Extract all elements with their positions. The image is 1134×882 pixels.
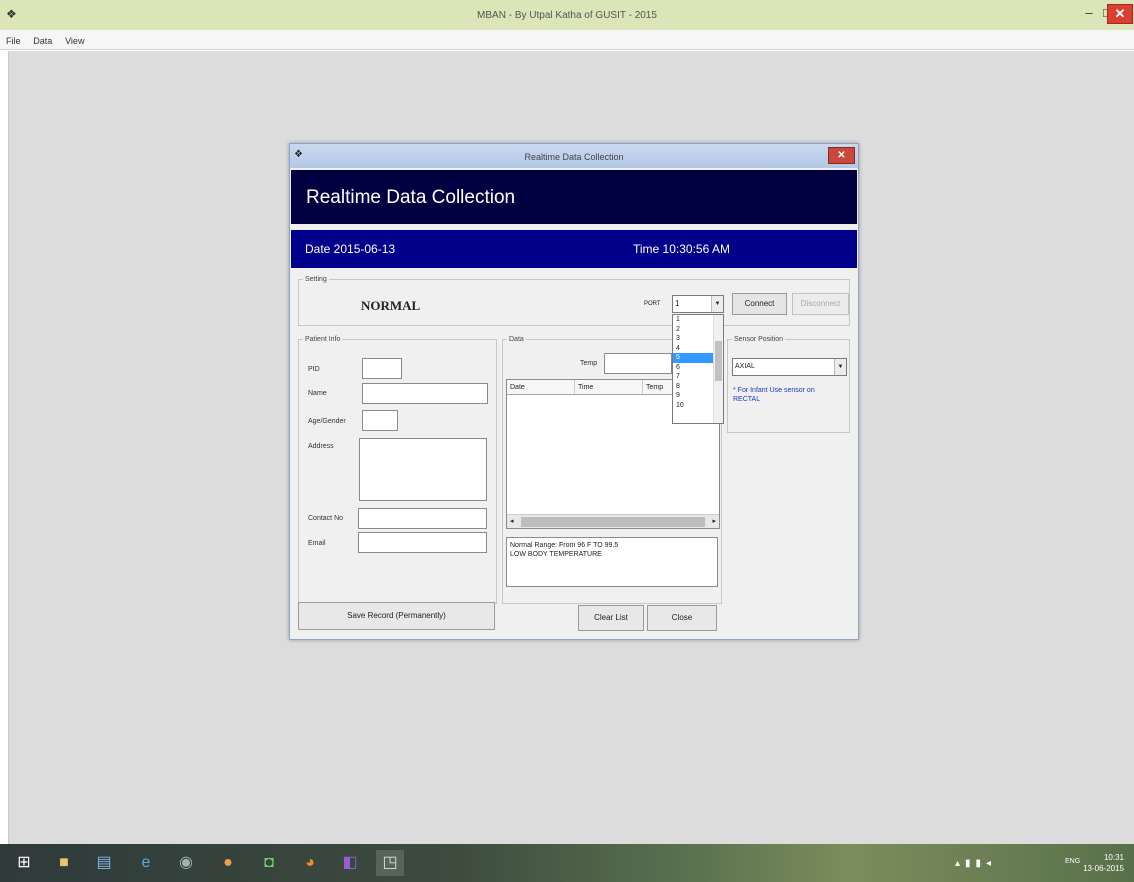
clock-time: 10:31 (1103, 853, 1124, 862)
chevron-down-icon[interactable]: ▼ (711, 296, 723, 312)
folder-icon[interactable]: ■ (50, 850, 78, 876)
setting-legend: Setting (305, 276, 327, 283)
temp-label: Temp (580, 360, 598, 367)
port-option[interactable]: 7 (673, 372, 713, 382)
age-gender-label: Age/Gender (308, 418, 346, 425)
clock[interactable]: 10:31 13-06-2015 (1083, 852, 1124, 874)
visual-studio-icon[interactable]: ◧ (336, 850, 364, 876)
pid-input[interactable] (362, 358, 402, 379)
menu-view[interactable]: View (59, 30, 88, 46)
main-window-title: MBAN - By Utpal Katha of GUSIT - 2015 (477, 10, 657, 21)
clear-list-button[interactable]: Clear List (578, 605, 644, 631)
port-dropdown-list[interactable]: 1 2 3 4 5 6 7 8 9 10 (672, 314, 724, 424)
chevron-down-icon[interactable]: ▼ (834, 359, 846, 375)
menu-file[interactable]: File (0, 30, 25, 46)
start-icon[interactable]: ⊞ (10, 850, 38, 876)
contact-label: Contact No (308, 515, 344, 522)
port-option[interactable]: 10 (673, 401, 713, 411)
port-select[interactable]: 1 ▼ (672, 295, 724, 313)
realtime-data-collection-dialog: ❖ Realtime Data Collection ✕ Realtime Da… (289, 143, 859, 640)
sensor-selected-value: AXIAL (735, 363, 755, 370)
close-button[interactable]: Close (647, 605, 717, 631)
sensor-note: * For Infant Use sensor on RECTAL (733, 387, 815, 403)
name-input[interactable] (362, 383, 488, 404)
app-icon-green[interactable]: ◘ (255, 850, 283, 876)
note-line: Normal Range: From 96 F TO 99.5 (510, 542, 619, 549)
grid-horizontal-scrollbar[interactable]: ◂ ▸ (507, 514, 719, 528)
running-app-icon[interactable]: ◳ (376, 850, 404, 876)
port-option-selected[interactable]: 5 (673, 353, 713, 363)
scrollbar-thumb[interactable] (715, 341, 722, 381)
scrollbar-thumb[interactable] (521, 517, 705, 527)
sensor-position-group: Sensor Position (727, 336, 850, 433)
port-option[interactable]: 8 (673, 382, 713, 392)
temp-input[interactable] (604, 353, 672, 374)
menu-data[interactable]: Data (27, 30, 56, 46)
taskbar: ⊞ ■ ▤ e ◉ ● ◘ ◕ ◧ ◳ ▴▮▮◂ ENG 10:31 13-06… (0, 844, 1134, 882)
port-option[interactable]: 3 (673, 334, 713, 344)
scroll-left-icon[interactable]: ◂ (510, 517, 514, 525)
name-label: Name (308, 390, 327, 397)
language-indicator[interactable]: ENG (1065, 858, 1080, 865)
email-label: Email (308, 540, 326, 547)
clock-date: 13-06-2015 (1083, 864, 1124, 873)
age-gender-input[interactable] (362, 410, 398, 431)
sensor-position-legend: Sensor Position (734, 336, 784, 343)
minimize-button[interactable]: – (1080, 4, 1098, 24)
file-explorer-icon[interactable]: ▤ (90, 850, 118, 876)
save-record-button[interactable]: Save Record (Permanently) (298, 602, 495, 630)
column-header-time[interactable]: Time (575, 380, 643, 394)
data-legend: Data (509, 336, 524, 343)
port-selected-value: 1 (675, 299, 680, 308)
column-header-date[interactable]: Date (507, 380, 575, 394)
status-text: NORMAL (361, 298, 421, 313)
menu-bar: File Data View (0, 30, 1134, 50)
port-label: PORT (644, 301, 661, 307)
port-list-scrollbar[interactable] (713, 315, 723, 423)
port-option[interactable]: 1 (673, 315, 713, 325)
app-icon-orange[interactable]: ● (214, 850, 242, 876)
port-option[interactable]: 9 (673, 391, 713, 401)
dialog-title: Realtime Data Collection (524, 152, 624, 162)
dialog-title-bar[interactable]: ❖ Realtime Data Collection ✕ (290, 144, 858, 168)
system-tray: ▴▮▮◂ ENG 10:31 13-06-2015 (955, 852, 1130, 876)
header-banner: Realtime Data Collection (291, 170, 857, 224)
firefox-icon[interactable]: ◕ (296, 850, 324, 876)
media-player-icon[interactable]: ◉ (172, 850, 200, 876)
tray-icons[interactable]: ▴▮▮◂ (955, 858, 996, 869)
port-option[interactable]: 6 (673, 363, 713, 373)
address-label: Address (308, 443, 334, 450)
time-label: Time 10:30:56 AM (633, 242, 730, 256)
range-note-box[interactable]: Normal Range: From 96 F TO 99.5 LOW BODY… (506, 537, 718, 587)
note-line: LOW BODY TEMPERATURE (510, 551, 602, 558)
main-title-bar: ❖ MBAN - By Utpal Katha of GUSIT - 2015 … (0, 0, 1134, 30)
close-window-button[interactable]: ✕ (1107, 4, 1133, 24)
port-option[interactable]: 4 (673, 344, 713, 354)
pid-label: PID (308, 366, 320, 373)
patient-info-legend: Patient Info (305, 336, 341, 343)
address-textarea[interactable] (359, 438, 487, 501)
internet-explorer-icon[interactable]: e (132, 850, 160, 876)
disconnect-button[interactable]: Disconnect (792, 293, 849, 315)
email-input[interactable] (358, 532, 487, 553)
scroll-right-icon[interactable]: ▸ (712, 517, 716, 525)
dialog-close-button[interactable]: ✕ (828, 147, 855, 164)
date-label: Date 2015-06-13 (305, 242, 396, 256)
header-title: Realtime Data Collection (306, 187, 516, 208)
port-option[interactable]: 2 (673, 325, 713, 335)
contact-input[interactable] (358, 508, 487, 529)
date-time-bar: Date 2015-06-13 Time 10:30:56 AM (291, 230, 857, 268)
sensor-position-select[interactable]: AXIAL ▼ (732, 358, 847, 376)
connect-button[interactable]: Connect (732, 293, 787, 315)
